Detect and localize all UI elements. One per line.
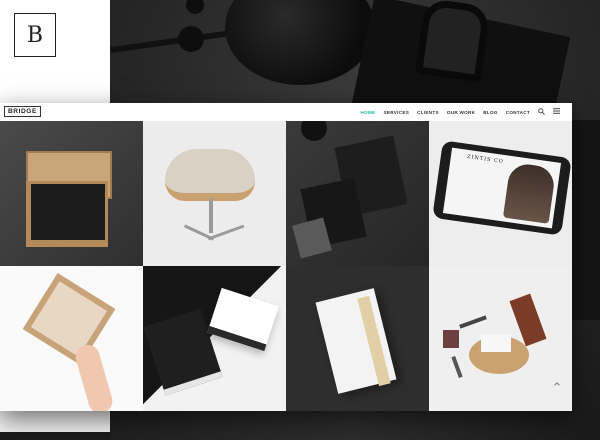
logo-mark: B	[14, 13, 56, 57]
portfolio-item-books[interactable]	[143, 266, 286, 411]
nav-our-work[interactable]: OUR WORK	[447, 110, 475, 115]
magazine-title: ZINTIS CO	[466, 153, 505, 165]
phone-screen: ZINTIS CO	[442, 147, 562, 229]
site-header: BRIDGE HOME SERVICES CLIENTS OUR WORK BL…	[0, 103, 572, 122]
desk-lamp	[301, 121, 327, 141]
nav-contact[interactable]: CONTACT	[506, 110, 530, 115]
chair-stem	[209, 199, 213, 233]
portfolio-item-card-box[interactable]	[0, 121, 143, 266]
portfolio-grid: ZINTIS CO	[0, 121, 572, 411]
nav-blog[interactable]: BLOG	[483, 110, 497, 115]
desk-lamp-joint	[186, 0, 204, 14]
portfolio-item-chair[interactable]	[143, 121, 286, 266]
site-logo[interactable]: BRIDGE	[4, 106, 41, 117]
portfolio-item-open-book[interactable]	[286, 266, 429, 411]
nav-services[interactable]: SERVICES	[384, 110, 410, 115]
menu-icon[interactable]	[553, 108, 560, 116]
dark-panel	[110, 410, 600, 440]
phone-mockup: ZINTIS CO	[432, 140, 572, 236]
nav-home[interactable]: HOME	[361, 110, 376, 115]
hand	[72, 342, 116, 411]
comb	[459, 315, 487, 329]
portfolio-item-phone[interactable]: ZINTIS CO	[429, 121, 572, 266]
white-book	[207, 287, 279, 352]
razor	[451, 355, 463, 379]
portfolio-item-hand-box[interactable]	[0, 266, 143, 411]
desk-lamp	[225, 0, 375, 85]
nav-clients[interactable]: CLIENTS	[417, 110, 439, 115]
main-nav: HOME SERVICES CLIENTS OUR WORK BLOG CONT…	[361, 103, 560, 121]
website-preview: BRIDGE HOME SERVICES CLIENTS OUR WORK BL…	[0, 103, 572, 411]
logo-tile: B	[0, 0, 110, 103]
portfolio-item-stationery[interactable]	[286, 121, 429, 266]
clipboard-clip	[415, 0, 491, 83]
wooden-tray	[22, 272, 116, 366]
desk-lamp-arm	[110, 28, 240, 54]
portfolio-item-grooming[interactable]	[429, 266, 572, 411]
chair-seat	[165, 149, 255, 201]
business-card	[31, 184, 105, 240]
arrow-up-icon[interactable]	[553, 380, 561, 390]
desk-lamp-joint	[178, 26, 204, 52]
search-icon[interactable]	[538, 107, 545, 117]
soap-bar	[481, 334, 511, 352]
cup	[443, 330, 459, 348]
chair-leg	[207, 224, 245, 241]
portrait-photo	[502, 161, 557, 224]
